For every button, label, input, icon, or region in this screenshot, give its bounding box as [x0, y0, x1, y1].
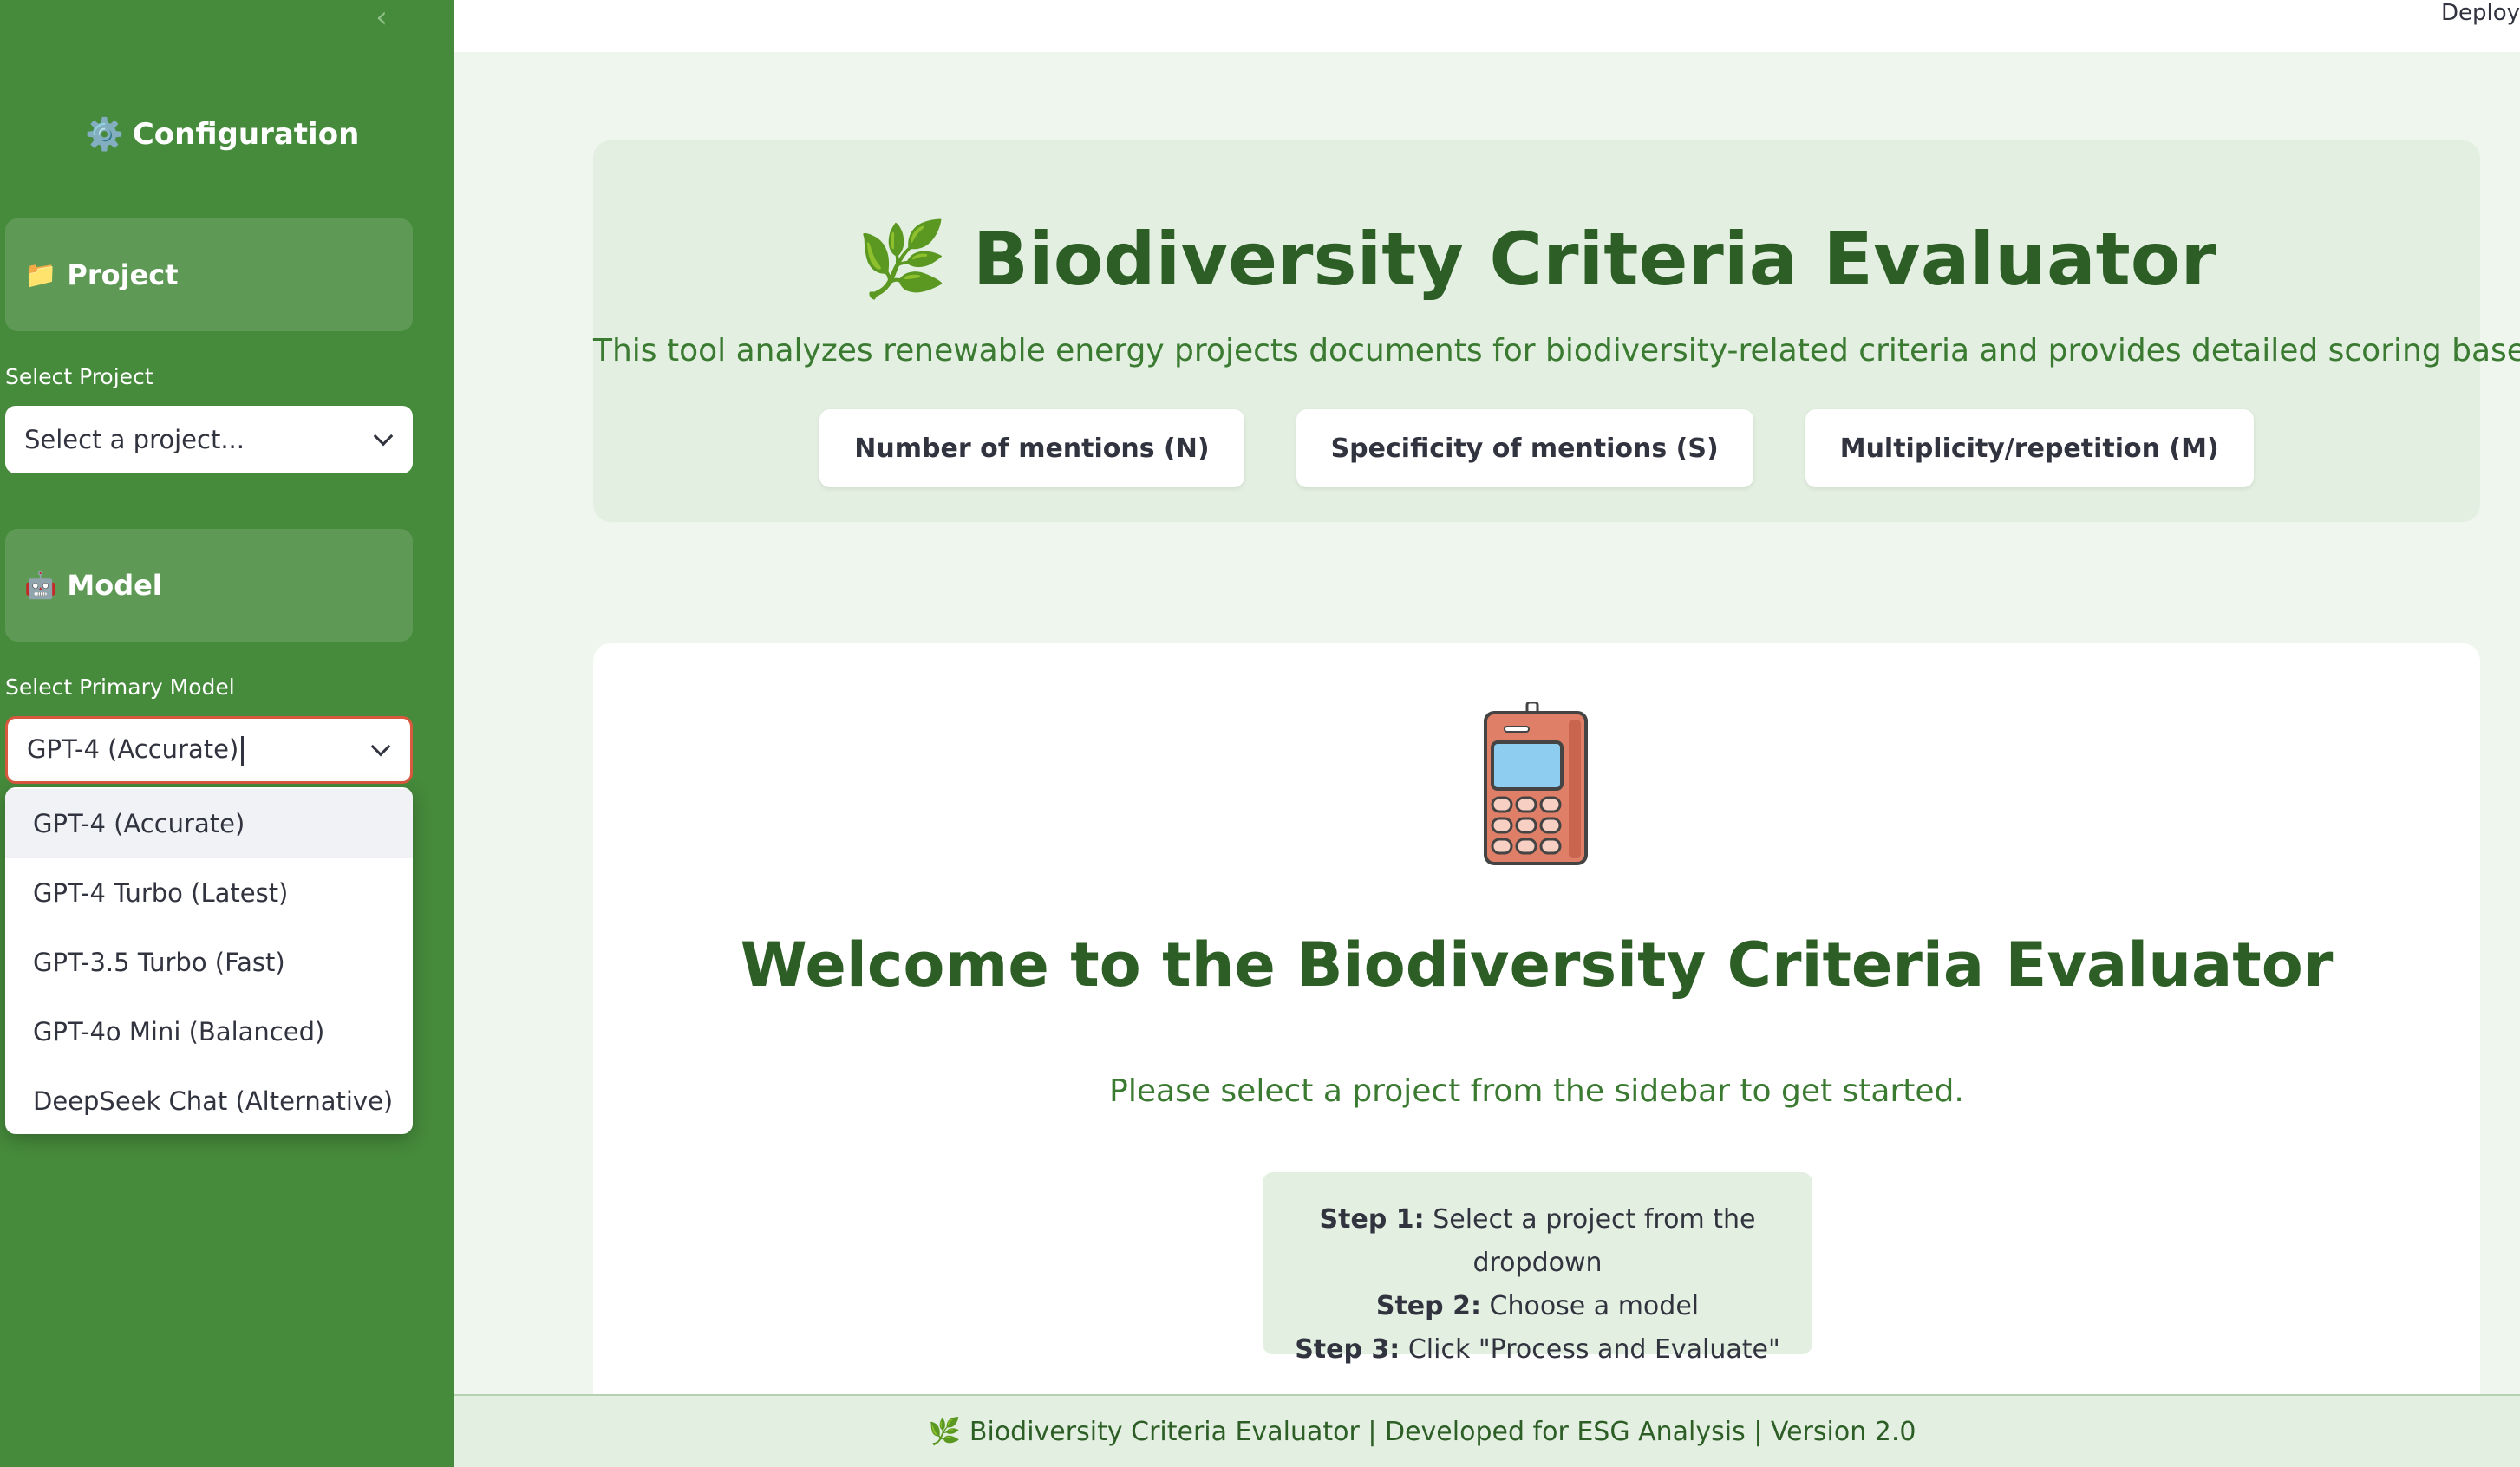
welcome-heading: Welcome to the Biodiversity Criteria Eva… [740, 929, 2334, 1001]
project-select[interactable]: Select a project... [5, 406, 413, 473]
hero-description: This tool analyzes renewable energy proj… [593, 333, 2520, 368]
model-option[interactable]: GPT-4 Turbo (Latest) [5, 858, 413, 928]
chevron-left-icon[interactable]: ‹ [364, 2, 399, 36]
page-title: 🌿 Biodiversity Criteria Evaluator [593, 217, 2480, 303]
step-item: Step 2: Choose a model [1375, 1291, 1700, 1321]
sidebar: ‹ ⚙️ Configuration 📁 Project Select Proj… [0, 0, 454, 1467]
mobile-phone-icon [1484, 702, 1588, 865]
model-select[interactable]: GPT-4 (Accurate) [5, 716, 413, 784]
top-header: Deploy [454, 0, 2520, 52]
welcome-subtitle: Please select a project from the sidebar… [1109, 1073, 1964, 1109]
select-project-label: Select Project [5, 364, 153, 389]
project-select-placeholder: Select a project... [24, 425, 245, 454]
text-caret [241, 736, 245, 766]
select-model-label: Select Primary Model [5, 675, 235, 700]
model-option[interactable]: GPT-4o Mini (Balanced) [5, 997, 413, 1066]
leaf-icon: 🌿 [857, 217, 948, 302]
step-item: Step 1: Select a project from the dropdo… [1319, 1204, 1756, 1278]
folder-icon: 📁 [24, 259, 57, 290]
gear-icon: ⚙️ [85, 117, 124, 153]
leaf-icon: 🌿 [928, 1416, 961, 1447]
hero-card: 🌿 Biodiversity Criteria Evaluator This t… [593, 140, 2520, 522]
model-dropdown-menu: GPT-4 (Accurate) GPT-4 Turbo (Latest) GP… [5, 787, 413, 1134]
model-option[interactable]: GPT-4 (Accurate) [5, 789, 413, 858]
criteria-list: Number of mentions (N) Specificity of me… [593, 409, 2480, 487]
criteria-badge: Specificity of mentions (S) [1296, 409, 1753, 487]
chevron-down-icon [373, 426, 394, 447]
model-section-header: 🤖 Model [5, 529, 413, 642]
robot-icon: 🤖 [24, 570, 57, 601]
project-section-header: 📁 Project [5, 218, 413, 331]
footer: 🌿 Biodiversity Criteria Evaluator | Deve… [454, 1394, 2520, 1467]
project-section-label: Project [67, 258, 179, 291]
step-item: Step 3: Click "Process and Evaluate" [1295, 1334, 1780, 1365]
model-option[interactable]: GPT-3.5 Turbo (Fast) [5, 928, 413, 997]
steps-box: Step 1: Select a project from the dropdo… [1263, 1172, 1812, 1365]
criteria-badge: Number of mentions (N) [819, 409, 1244, 487]
model-section-label: Model [67, 569, 162, 602]
model-option[interactable]: DeepSeek Chat (Alternative) [5, 1066, 413, 1134]
sidebar-title-text: Configuration [132, 117, 360, 152]
criteria-badge: Multiplicity/repetition (M) [1805, 409, 2254, 487]
chevron-down-icon [370, 736, 391, 757]
footer-text: Biodiversity Criteria Evaluator | Develo… [969, 1416, 1916, 1447]
deploy-button[interactable]: Deploy [2441, 0, 2520, 26]
welcome-card: Welcome to the Biodiversity Criteria Eva… [593, 643, 2480, 1467]
sidebar-title: ⚙️ Configuration [85, 113, 359, 156]
page-title-text: Biodiversity Criteria Evaluator [972, 217, 2216, 302]
model-select-value: GPT-4 (Accurate) [27, 734, 245, 766]
